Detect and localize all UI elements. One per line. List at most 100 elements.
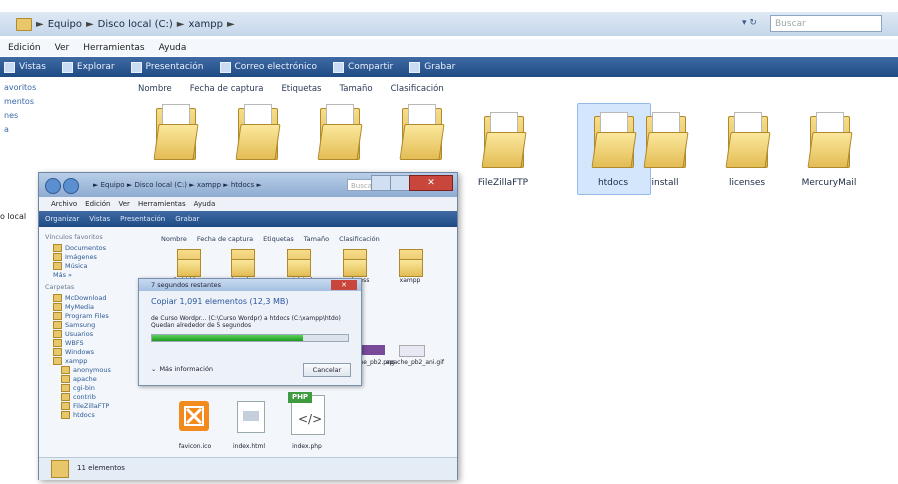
folder-label[interactable]: FileZillaFTP	[458, 178, 548, 188]
folder-label[interactable]: install	[620, 178, 710, 188]
email-icon	[219, 61, 231, 73]
image-file-icon[interactable]	[361, 345, 385, 355]
folder-icon[interactable]	[341, 247, 367, 277]
slideshow-button[interactable]: Presentación	[120, 215, 165, 223]
folder-icon[interactable]	[229, 247, 255, 277]
tree-item[interactable]: xampp	[53, 357, 149, 365]
slideshow-button[interactable]: Presentación	[130, 61, 204, 73]
column-tags[interactable]: Etiquetas	[281, 84, 321, 98]
tree-item[interactable]: Usuarios	[53, 330, 149, 338]
folder-icon[interactable]	[150, 102, 199, 160]
progress-bar	[151, 334, 349, 342]
back-button[interactable]	[45, 178, 61, 194]
tree-item[interactable]: Samsung	[53, 321, 149, 329]
cancel-button[interactable]: Cancelar	[303, 363, 351, 377]
views-button[interactable]: Vistas	[4, 61, 46, 73]
breadcrumb-item[interactable]: xampp	[188, 19, 222, 30]
menu-item-view[interactable]: Ver	[119, 200, 130, 208]
maximize-button[interactable]	[390, 175, 410, 191]
nav-item-pictures[interactable]: Imágenes	[53, 253, 149, 261]
column-name[interactable]: Nombre	[161, 235, 187, 243]
menu-item-file[interactable]: Archivo	[51, 200, 77, 208]
menu-item-edit[interactable]: Edición	[85, 200, 110, 208]
folder-icon[interactable]	[232, 102, 281, 160]
folder-icon[interactable]	[314, 102, 363, 160]
breadcrumb[interactable]: ► Equipo ► Disco local (C:) ► xampp ►	[16, 16, 235, 32]
breadcrumb[interactable]: ► Equipo ► Disco local (C:) ► xampp ► ht…	[93, 181, 262, 189]
tree-item[interactable]: htdocs	[61, 411, 149, 419]
folder-icon[interactable]	[722, 110, 771, 168]
tree-item[interactable]: cgi-bin	[61, 384, 149, 392]
column-size[interactable]: Tamaño	[340, 84, 373, 98]
breadcrumb-item[interactable]: Disco local (C:)	[98, 19, 173, 30]
menu-item-help[interactable]: Ayuda	[194, 200, 216, 208]
tree-item[interactable]: anonymous	[61, 366, 149, 374]
file-label[interactable]: index.php	[277, 443, 337, 450]
menu-item-tools[interactable]: Herramientas	[83, 43, 144, 53]
folder-icon[interactable]	[804, 110, 853, 168]
xampp-icon[interactable]	[179, 401, 209, 431]
file-label[interactable]: apache_pb2_ani.gif	[385, 359, 445, 366]
tree-item[interactable]: MyMedia	[53, 303, 149, 311]
html-file-icon[interactable]	[237, 401, 265, 433]
share-button[interactable]: Compartir	[332, 61, 393, 73]
folder-icon[interactable]	[397, 247, 423, 277]
nav-item-music[interactable]: Música	[53, 262, 149, 270]
nav-item[interactable]: a	[4, 125, 124, 134]
column-name[interactable]: Nombre	[138, 84, 172, 98]
tree-item[interactable]: Windows	[53, 348, 149, 356]
burn-button[interactable]: Grabar	[409, 61, 455, 73]
organize-button[interactable]: Organizar	[45, 215, 79, 223]
file-label[interactable]: favicon.ico	[165, 443, 225, 450]
email-button[interactable]: Correo electrónico	[219, 61, 317, 73]
nav-item-local-disk[interactable]: o local	[0, 212, 26, 221]
nav-item[interactable]: mentos	[4, 97, 124, 106]
folder-icon[interactable]	[478, 110, 527, 168]
dialog-title[interactable]: 7 segundos restantes	[139, 279, 361, 291]
menu-item-help[interactable]: Ayuda	[159, 43, 187, 53]
refresh-button[interactable]: ▾ ↻	[742, 15, 768, 32]
folder-icon[interactable]	[640, 110, 689, 168]
breadcrumb-item[interactable]: Equipo	[48, 19, 82, 30]
folder-icon	[53, 303, 62, 311]
nav-item-documents[interactable]: Documentos	[53, 244, 149, 252]
menu-item-edit[interactable]: Edición	[8, 43, 41, 53]
more-info-toggle[interactable]: ⌄ Más información	[151, 365, 213, 373]
menu-item-tools[interactable]: Herramientas	[138, 200, 186, 208]
php-file-icon[interactable]: PHP </>	[288, 392, 325, 435]
folder-icon[interactable]	[396, 102, 445, 160]
nav-item[interactable]: nes	[4, 111, 124, 120]
burn-button[interactable]: Grabar	[175, 215, 199, 223]
nav-item[interactable]: avoritos	[4, 83, 124, 92]
folder-icon[interactable]	[285, 247, 311, 277]
folder-label[interactable]: xampp	[385, 277, 435, 284]
minimize-button[interactable]	[371, 175, 391, 191]
tree-item[interactable]: apache	[61, 375, 149, 383]
tree-item[interactable]: McDownload	[53, 294, 149, 302]
tree-item[interactable]: Program Files	[53, 312, 149, 320]
folder-label[interactable]: MercuryMail	[784, 178, 874, 188]
explore-button[interactable]: Explorar	[61, 61, 115, 73]
file-label[interactable]: index.html	[219, 443, 279, 450]
column-rating[interactable]: Clasificación	[339, 235, 380, 243]
dialog-close-button[interactable]: ✕	[331, 280, 357, 290]
image-file-icon[interactable]	[399, 345, 425, 357]
column-rating[interactable]: Clasificación	[391, 84, 444, 98]
nav-item-more[interactable]: Más »	[53, 271, 149, 279]
views-button[interactable]: Vistas	[89, 215, 110, 223]
column-tags[interactable]: Etiquetas	[263, 235, 294, 243]
column-date[interactable]: Fecha de captura	[197, 235, 253, 243]
tree-item[interactable]: contrib	[61, 393, 149, 401]
menu-item-view[interactable]: Ver	[55, 43, 70, 53]
tree-item[interactable]: WBFS	[53, 339, 149, 347]
folder-label[interactable]: licenses	[702, 178, 792, 188]
column-date[interactable]: Fecha de captura	[190, 84, 264, 98]
close-button[interactable]: ✕	[409, 175, 453, 191]
folder-icon[interactable]	[175, 247, 201, 277]
column-size[interactable]: Tamaño	[304, 235, 329, 243]
nav-header-folders[interactable]: Carpetas	[45, 283, 149, 291]
forward-button[interactable]	[63, 178, 79, 194]
search-input[interactable]: Buscar	[770, 15, 882, 32]
folder-icon[interactable]	[588, 110, 637, 168]
tree-item[interactable]: FileZillaFTP	[61, 402, 149, 410]
